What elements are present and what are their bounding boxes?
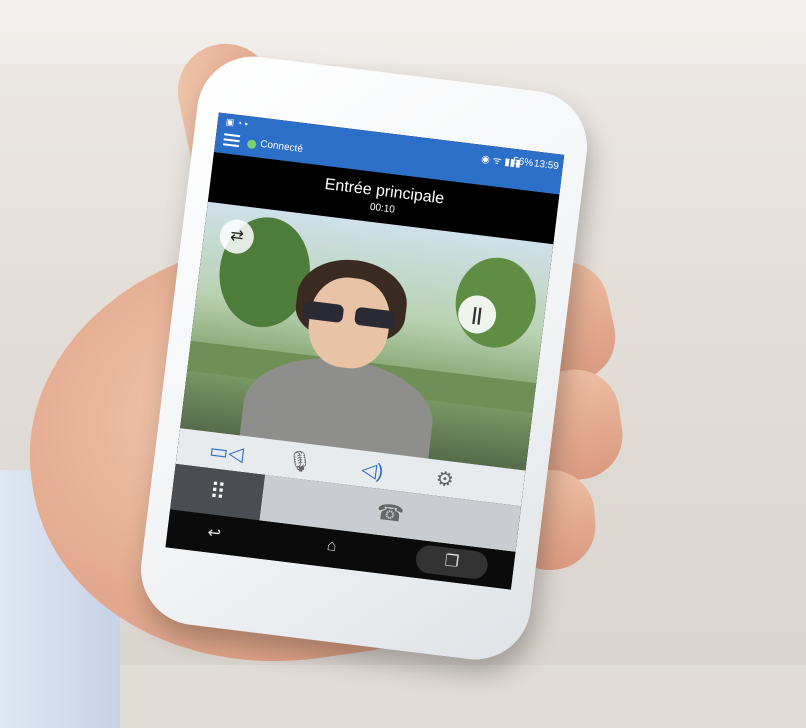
video-feed: ⇄ ||	[180, 201, 554, 481]
status-clock: 13:59	[533, 158, 560, 173]
speaker-icon[interactable]: ◁)	[360, 457, 385, 485]
hamburger-menu-icon[interactable]	[222, 133, 241, 148]
recents-icon[interactable]: ❐	[414, 543, 490, 581]
connection-status-label: Connecté	[259, 138, 304, 155]
notification-icons: ▣ ◔ ▪	[225, 116, 249, 130]
home-icon[interactable]: ⌂	[326, 537, 338, 556]
settings-gear-icon[interactable]: ⚙	[434, 466, 455, 493]
video-camera-icon[interactable]: ▭◁	[208, 438, 245, 467]
background-table-bottom	[0, 665, 806, 728]
phone-screen: ▣ ◔ ▪ Connecté ◉ ᯤ ▮▮▮ 56% 13:59 Entrée …	[165, 112, 565, 590]
background-table-top	[0, 0, 806, 64]
back-icon[interactable]: ↩	[206, 522, 222, 543]
connection-status-dot-icon	[246, 139, 257, 150]
microphone-muted-icon[interactable]: 🎙	[285, 447, 314, 475]
smartphone: ▣ ◔ ▪ Connecté ◉ ᯤ ▮▮▮ 56% 13:59 Entrée …	[134, 50, 594, 666]
battery-level: 56%	[512, 155, 534, 170]
